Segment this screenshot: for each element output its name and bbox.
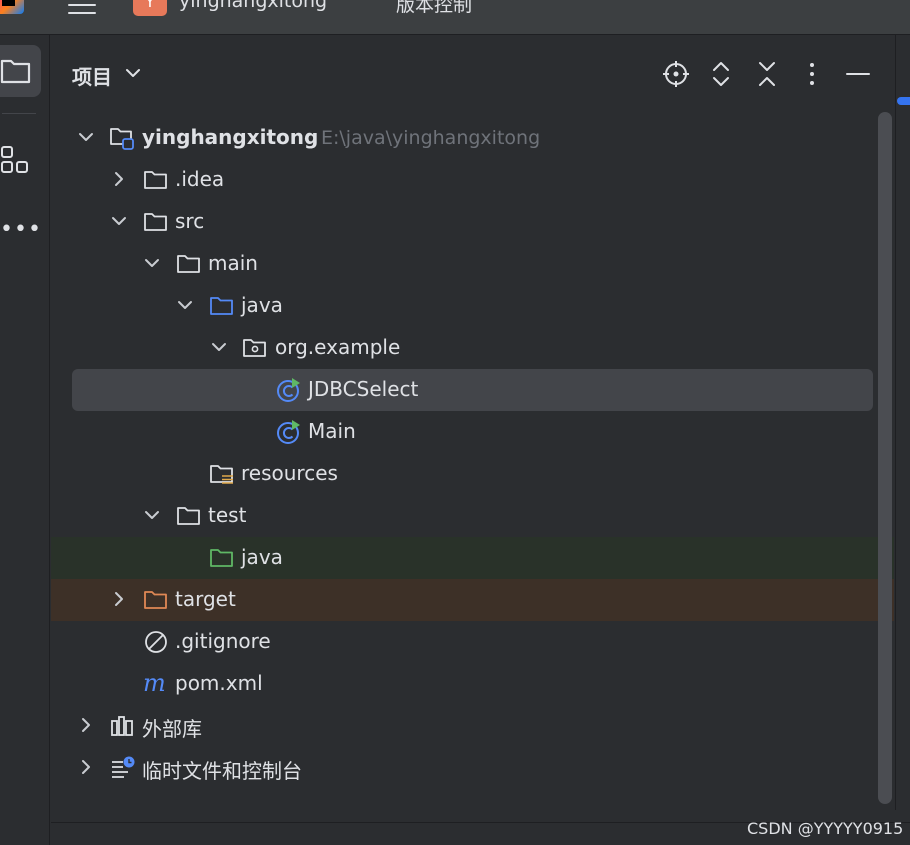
resources-folder-icon <box>210 465 233 484</box>
scratches-icon <box>112 756 135 778</box>
watermark: CSDN @YYYYY0915 <box>747 819 904 838</box>
tree-row-test[interactable]: test <box>51 495 894 537</box>
folder-icon <box>177 255 200 273</box>
chevron-down-icon[interactable]: ⌄ <box>490 0 502 4</box>
tree-row-main-java[interactable]: java <box>51 285 894 327</box>
tree-label-pom: pom.xml <box>175 671 263 695</box>
tree-label-test: test <box>208 503 247 527</box>
tree-label-main-class: Main <box>308 419 356 443</box>
panel-border <box>895 35 896 810</box>
project-avatar[interactable]: Y <box>133 0 167 16</box>
tree-label-package: org.example <box>275 335 401 359</box>
tree-label-main-java: java <box>241 293 283 317</box>
chevron-down-icon[interactable] <box>111 213 127 229</box>
minimize-icon[interactable] <box>844 60 872 88</box>
tree-row-root[interactable]: yinghangxitong E:\java\yinghangxitong <box>51 117 894 159</box>
test-folder-icon <box>210 549 233 567</box>
ignore-file-icon <box>145 631 167 653</box>
tree-label-idea: .idea <box>175 167 225 191</box>
divider <box>2 113 36 114</box>
tree-row-src[interactable]: src <box>51 201 894 243</box>
more-vertical-icon[interactable] <box>798 60 826 88</box>
project-tool-button[interactable] <box>0 45 41 97</box>
structure-icon[interactable] <box>0 145 32 175</box>
collapse-all-icon[interactable] <box>753 60 781 88</box>
tree-row-idea[interactable]: .idea <box>51 159 894 201</box>
svg-text:m: m <box>143 671 166 697</box>
tree-row-main[interactable]: main <box>51 243 894 285</box>
tree-row-external-libraries[interactable]: 外部库 <box>51 705 894 747</box>
package-icon <box>243 339 266 357</box>
source-folder-icon <box>210 297 233 315</box>
chevron-down-icon[interactable] <box>177 297 193 313</box>
tree-row-test-java[interactable]: java <box>51 537 894 579</box>
chevron-down-icon[interactable]: ⌄ <box>346 0 358 4</box>
tree-label-main: main <box>208 251 258 275</box>
tree-label-test-java: java <box>241 545 283 569</box>
tree-label-target: target <box>175 587 236 611</box>
chevron-down-icon[interactable] <box>124 64 142 82</box>
tree-row-pom[interactable]: m pom.xml <box>51 663 894 705</box>
tree-label-jdbcselect: JDBCSelect <box>308 377 419 401</box>
panel-title[interactable]: 项目 <box>72 61 112 90</box>
folder-icon <box>177 507 200 525</box>
tree-label-gitignore: .gitignore <box>175 629 271 653</box>
folder-icon <box>144 213 167 231</box>
chevron-down-icon[interactable] <box>144 507 160 523</box>
editor-tab-indicator <box>897 97 910 105</box>
app-logo[interactable] <box>0 0 24 14</box>
title-bar: Y yinghangxitong ⌄ 版本控制 ⌄ <box>0 0 910 35</box>
chevron-right-icon[interactable] <box>78 759 94 775</box>
main-menu-icon[interactable] <box>68 0 96 20</box>
tree-label-scratches: 临时文件和控制台 <box>142 759 302 783</box>
java-class-icon <box>277 420 300 444</box>
tree-label-external-libraries: 外部库 <box>142 717 202 741</box>
folder-icon <box>0 59 31 84</box>
excluded-folder-icon <box>144 591 167 609</box>
more-tools-icon[interactable]: ••• <box>0 219 42 241</box>
tree-label-resources: resources <box>241 461 338 485</box>
chevron-right-icon[interactable] <box>111 591 127 607</box>
java-class-icon <box>277 378 300 402</box>
expand-all-icon[interactable] <box>707 60 735 88</box>
chevron-down-icon[interactable] <box>78 129 94 145</box>
chevron-right-icon[interactable] <box>111 171 127 187</box>
vcs-menu[interactable]: 版本控制 <box>396 0 472 17</box>
project-switcher[interactable]: yinghangxitong <box>179 0 327 12</box>
library-icon <box>111 716 133 736</box>
folder-icon <box>144 171 167 189</box>
root-path: E:\java\yinghangxitong <box>321 127 541 149</box>
tree-label-root: yinghangxitong <box>142 125 319 149</box>
tool-window-strip: ••• <box>0 35 50 845</box>
tree-row-package[interactable]: org.example <box>51 327 894 369</box>
tree-row-target[interactable]: target <box>51 579 894 621</box>
chevron-down-icon[interactable] <box>144 255 160 271</box>
chevron-right-icon[interactable] <box>78 717 94 733</box>
tree-label-src: src <box>175 209 205 233</box>
tree-row-jdbcselect[interactable]: JDBCSelect <box>72 369 873 411</box>
chevron-down-icon[interactable] <box>211 339 227 355</box>
tree-row-gitignore[interactable]: .gitignore <box>51 621 894 663</box>
vertical-scrollbar[interactable] <box>878 112 892 804</box>
crosshair-icon[interactable] <box>662 60 690 88</box>
tree-row-main-class[interactable]: Main <box>51 411 894 453</box>
maven-icon: m <box>143 671 166 697</box>
module-folder-icon <box>110 128 134 150</box>
tree-row-resources[interactable]: resources <box>51 453 894 495</box>
tree-row-scratches[interactable]: 临时文件和控制台 <box>51 747 894 789</box>
